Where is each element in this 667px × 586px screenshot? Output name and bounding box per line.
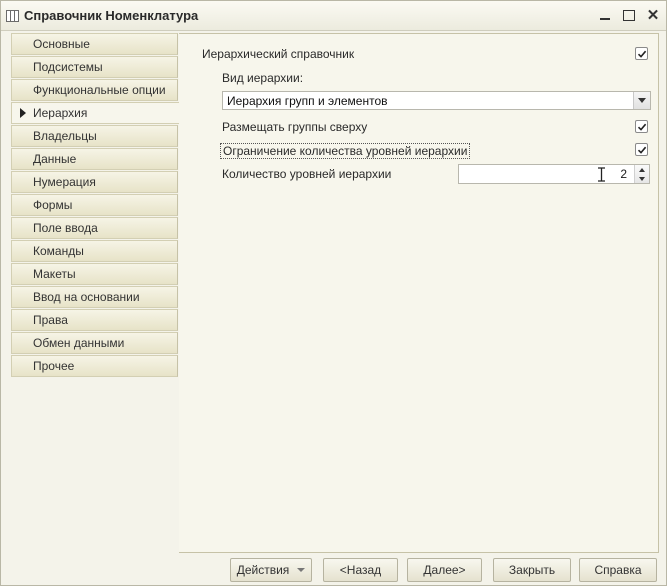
dialog-footer: Действия <Назад Далее> Закрыть Справка bbox=[1, 553, 667, 586]
sidebar-item-owners[interactable]: Владельцы bbox=[11, 125, 178, 147]
sidebar-item-input-field[interactable]: Поле ввода bbox=[11, 217, 178, 239]
sidebar-item-other[interactable]: Прочее bbox=[11, 355, 178, 377]
title-bar[interactable]: Справочник Номенклатура ✕ bbox=[1, 1, 666, 31]
limit-levels-label-wrap: Ограничение количества уровней иерархии bbox=[220, 143, 471, 159]
window-title: Справочник Номенклатура bbox=[24, 8, 199, 23]
actions-button-label: Действия bbox=[236, 563, 290, 577]
sidebar-item-layouts[interactable]: Макеты bbox=[11, 263, 178, 285]
sidebar-item-subsystems[interactable]: Подсистемы bbox=[11, 56, 178, 78]
sidebar-item-label: Основные bbox=[33, 37, 90, 51]
sidebar-item-functional-options[interactable]: Функциональные опции bbox=[11, 79, 178, 101]
hierarchy-type-value: Иерархия групп и элементов bbox=[227, 93, 388, 108]
sidebar-item-label: Владельцы bbox=[33, 129, 97, 143]
close-button[interactable]: Закрыть bbox=[493, 558, 571, 582]
checkmark-icon bbox=[637, 50, 646, 58]
chevron-down-icon[interactable] bbox=[633, 92, 650, 109]
sidebar-item-commands[interactable]: Команды bbox=[11, 240, 178, 262]
groups-on-top-label: Размещать группы сверху bbox=[222, 120, 368, 134]
sidebar-item-numbering[interactable]: Нумерация bbox=[11, 171, 178, 193]
sidebar-item-label: Поле ввода bbox=[33, 221, 98, 235]
limit-levels-checkbox[interactable] bbox=[635, 143, 648, 156]
maximize-button[interactable] bbox=[622, 7, 636, 23]
text-cursor-icon bbox=[598, 167, 605, 182]
sidebar-item-rights[interactable]: Права bbox=[11, 309, 178, 331]
close-button-label: Закрыть bbox=[508, 563, 556, 577]
next-button[interactable]: Далее> bbox=[407, 558, 482, 582]
sidebar-item-label: Права bbox=[33, 313, 68, 327]
spin-up-icon[interactable] bbox=[639, 167, 645, 172]
catalog-icon bbox=[6, 9, 19, 22]
groups-on-top-checkbox[interactable] bbox=[635, 120, 648, 133]
sidebar-item-input-by-basis[interactable]: Ввод на основании bbox=[11, 286, 178, 308]
hierarchical-catalog-checkbox[interactable] bbox=[635, 47, 648, 60]
sidebar-item-label: Нумерация bbox=[33, 175, 96, 189]
sidebar-item-label: Формы bbox=[33, 198, 73, 212]
hierarchy-type-label: Вид иерархии: bbox=[222, 71, 304, 85]
sidebar-item-hierarchy[interactable]: Иерархия bbox=[11, 102, 180, 124]
levels-count-value: 2 bbox=[620, 167, 627, 181]
help-button-label: Справка bbox=[594, 563, 642, 577]
sidebar-item-label: Функциональные опции bbox=[33, 83, 166, 97]
spin-down-icon[interactable] bbox=[639, 176, 645, 181]
sidebar-item-label: Ввод на основании bbox=[33, 290, 140, 304]
sidebar-item-data[interactable]: Данные bbox=[11, 148, 178, 170]
sidebar-item-forms[interactable]: Формы bbox=[11, 194, 178, 216]
levels-count-label: Количество уровней иерархии bbox=[222, 167, 392, 181]
hierarchical-catalog-label: Иерархический справочник bbox=[202, 47, 355, 61]
sidebar-tabs: Основные Подсистемы Функциональные опции… bbox=[11, 33, 180, 379]
sidebar-item-label: Обмен данными bbox=[33, 336, 125, 350]
help-button[interactable]: Справка bbox=[579, 558, 657, 582]
sidebar-item-data-exchange[interactable]: Обмен данными bbox=[11, 332, 178, 354]
sidebar-item-label: Иерархия bbox=[33, 106, 88, 120]
sidebar-item-label: Данные bbox=[33, 152, 77, 166]
active-arrow-icon bbox=[20, 108, 26, 118]
limit-levels-label: Ограничение количества уровней иерархии bbox=[220, 143, 471, 159]
sidebar-item-label: Прочее bbox=[33, 359, 75, 373]
sidebar-item-label: Макеты bbox=[33, 267, 76, 281]
levels-count-spinner[interactable] bbox=[634, 165, 649, 183]
checkmark-icon bbox=[637, 146, 646, 154]
back-button-label: <Назад bbox=[339, 563, 382, 577]
back-button[interactable]: <Назад bbox=[323, 558, 398, 582]
hierarchy-type-select[interactable]: Иерархия групп и элементов bbox=[222, 91, 651, 110]
next-button-label: Далее> bbox=[423, 563, 466, 577]
sidebar-item-basic[interactable]: Основные bbox=[11, 33, 178, 55]
dialog-window: Справочник Номенклатура ✕ Основные Подси… bbox=[0, 0, 667, 586]
chevron-down-icon bbox=[297, 568, 306, 572]
actions-button[interactable]: Действия bbox=[230, 558, 312, 582]
levels-count-input[interactable]: 2 bbox=[458, 164, 650, 184]
minimize-button[interactable] bbox=[598, 7, 612, 23]
sidebar-item-label: Подсистемы bbox=[33, 60, 103, 74]
sidebar-item-label: Команды bbox=[33, 244, 84, 258]
close-window-button[interactable]: ✕ bbox=[646, 7, 660, 23]
hierarchy-panel: Иерархический справочник Вид иерархии: И… bbox=[179, 33, 659, 553]
checkmark-icon bbox=[637, 123, 646, 131]
